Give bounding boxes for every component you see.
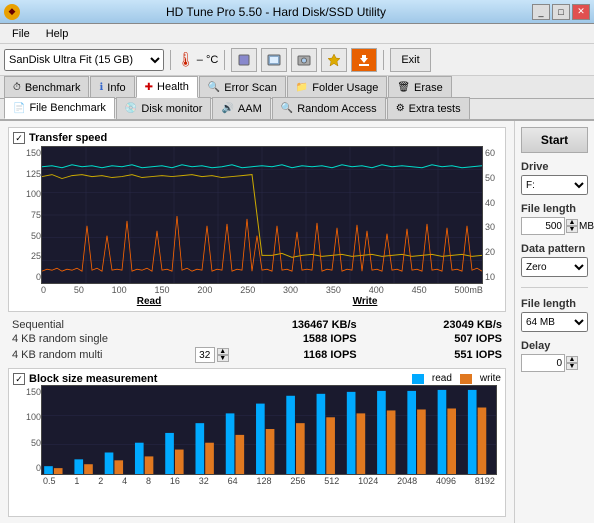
block-chart-area <box>41 385 497 475</box>
block-size-section: ✓ Block size measurement read write 150 … <box>8 368 506 517</box>
block-x-labels: 0.5 1 2 4 8 16 32 64 128 256 512 1024 20… <box>13 475 501 486</box>
stats-table: Sequential 136467 KB/s 23049 KB/s 4 KB r… <box>8 318 506 364</box>
data-pattern-label: Data pattern <box>521 243 588 255</box>
file-length-section-bottom: File length 64 MB <box>521 298 588 332</box>
file-length-select[interactable]: 64 MB <box>521 312 588 332</box>
tab-file-benchmark[interactable]: 📄 File Benchmark <box>4 97 115 119</box>
tab-bar-bottom: 📄 File Benchmark 💿 Disk monitor 🔊 AAM 🔍 … <box>0 99 594 121</box>
x-axis-labels: 0 50 100 150 200 250 300 350 400 450 500… <box>13 284 501 295</box>
delay-label: Delay <box>521 340 588 352</box>
aam-icon: 🔊 <box>221 103 233 114</box>
tab-extra-tests[interactable]: ⚙ Extra tests <box>387 97 470 119</box>
tab-random-access[interactable]: 🔍 Random Access <box>272 97 386 119</box>
transfer-speed-header: ✓ Transfer speed <box>13 132 501 144</box>
delay-input[interactable] <box>521 354 565 372</box>
speed-chart-area <box>41 146 483 284</box>
toolbar-separator-2 <box>224 50 225 70</box>
transfer-speed-title: Transfer speed <box>29 132 107 144</box>
toolbar-separator-1 <box>170 50 171 70</box>
temperature-display: 🌡 – °C <box>177 51 218 68</box>
maximize-button[interactable]: □ <box>552 4 570 20</box>
tab-disk-monitor[interactable]: 💿 Disk monitor <box>116 97 212 119</box>
start-button[interactable]: Start <box>521 127 588 153</box>
extra-tests-icon: ⚙ <box>396 103 405 114</box>
close-button[interactable]: ✕ <box>572 4 590 20</box>
block-size-title: Block size measurement <box>29 373 157 385</box>
file-length-spinner-up[interactable]: ▲ <box>566 219 578 226</box>
exit-button[interactable]: Exit <box>390 48 430 72</box>
block-size-checkbox[interactable]: ✓ <box>13 373 25 385</box>
random-access-icon: 🔍 <box>281 103 293 114</box>
health-icon: ✚ <box>145 82 153 93</box>
file-benchmark-icon: 📄 <box>13 103 25 114</box>
main-content: ✓ Transfer speed 150 125 100 75 50 25 0 <box>0 121 594 523</box>
tab-health[interactable]: ✚ Health <box>136 76 198 98</box>
block-size-header: ✓ Block size measurement read write <box>13 373 501 385</box>
minimize-button[interactable]: _ <box>532 4 550 20</box>
stats-row-sequential: Sequential 136467 KB/s 23049 KB/s <box>8 318 506 332</box>
queue-depth-spinner: 32 ▲ ▼ <box>195 347 229 363</box>
toolbar: SanDisk Ultra Fit (15 GB) 🌡 – °C Exit <box>0 44 594 76</box>
spinner-up[interactable]: ▲ <box>217 348 229 355</box>
erase-icon: 🗑 <box>397 82 410 93</box>
write-legend-color <box>460 374 472 384</box>
file-length-label: File length <box>521 203 588 215</box>
drive-select[interactable]: SanDisk Ultra Fit (15 GB) <box>4 49 164 71</box>
toolbar-icon-2[interactable] <box>261 48 287 72</box>
tab-erase[interactable]: 🗑 Erase <box>388 76 451 98</box>
delay-spinner-down[interactable]: ▼ <box>566 363 578 370</box>
data-pattern-section: Data pattern Zero <box>521 243 588 277</box>
toolbar-icon-health[interactable] <box>321 48 347 72</box>
queue-depth-value[interactable]: 32 <box>195 347 215 363</box>
disk-monitor-icon: 💿 <box>125 103 137 114</box>
drive-section: Drive F: <box>521 161 588 195</box>
right-panel: Start Drive F: File length ▲ ▼ MB Data p… <box>514 121 594 523</box>
app-icon: ◆ <box>4 4 20 20</box>
info-icon: ℹ <box>99 82 103 93</box>
delay-input-row: ▲ ▼ <box>521 354 588 372</box>
title-bar: ◆ HD Tune Pro 5.50 - Hard Disk/SSD Utili… <box>0 0 594 24</box>
tab-info[interactable]: ℹ Info <box>90 76 134 98</box>
data-pattern-select[interactable]: Zero <box>521 257 588 277</box>
folder-usage-icon: 📁 <box>296 82 308 93</box>
right-panel-divider <box>521 287 588 288</box>
file-length-label-2: File length <box>521 298 588 310</box>
window-controls: _ □ ✕ <box>532 4 590 20</box>
file-length-section-top: File length ▲ ▼ MB <box>521 203 588 235</box>
file-length-input[interactable] <box>521 217 565 235</box>
delay-section: Delay ▲ ▼ <box>521 340 588 372</box>
drive-label: Drive <box>521 161 588 173</box>
stats-row-4k-single: 4 KB random single 1588 IOPS 507 IOPS <box>8 332 506 346</box>
window-title: HD Tune Pro 5.50 - Hard Disk/SSD Utility <box>20 5 532 19</box>
tab-folder-usage[interactable]: 📁 Folder Usage <box>287 76 388 98</box>
file-length-spinner-down[interactable]: ▼ <box>566 226 578 233</box>
chart-legend: read write <box>412 373 501 384</box>
toolbar-icon-camera[interactable] <box>291 48 317 72</box>
transfer-speed-checkbox[interactable]: ✓ <box>13 132 25 144</box>
help-menu[interactable]: Help <box>38 26 77 42</box>
spinner-down[interactable]: ▼ <box>217 355 229 362</box>
file-menu[interactable]: File <box>4 26 38 42</box>
toolbar-icon-download[interactable] <box>351 48 377 72</box>
tab-bar-top: ⏱ Benchmark ℹ Info ✚ Health 🔍 Error Scan… <box>0 76 594 99</box>
toolbar-icon-1[interactable] <box>231 48 257 72</box>
tab-aam[interactable]: 🔊 AAM <box>212 97 270 119</box>
error-scan-icon: 🔍 <box>208 82 220 93</box>
transfer-speed-section: ✓ Transfer speed 150 125 100 75 50 25 0 <box>8 127 506 312</box>
drive-value-select[interactable]: F: <box>521 175 588 195</box>
menu-bar: File Help <box>0 24 594 44</box>
tab-benchmark[interactable]: ⏱ Benchmark <box>4 76 89 98</box>
read-write-labels: Read Write <box>13 296 501 307</box>
delay-spinner-up[interactable]: ▲ <box>566 356 578 363</box>
left-panel: ✓ Transfer speed 150 125 100 75 50 25 0 <box>0 121 514 523</box>
stats-row-4k-multi: 4 KB random multi 32 ▲ ▼ 1168 IOPS 551 I… <box>8 346 506 364</box>
tab-error-scan[interactable]: 🔍 Error Scan <box>199 76 286 98</box>
read-legend-color <box>412 374 424 384</box>
file-length-input-row: ▲ ▼ MB <box>521 217 588 235</box>
benchmark-icon: ⏱ <box>13 82 21 93</box>
toolbar-separator-3 <box>383 50 384 70</box>
